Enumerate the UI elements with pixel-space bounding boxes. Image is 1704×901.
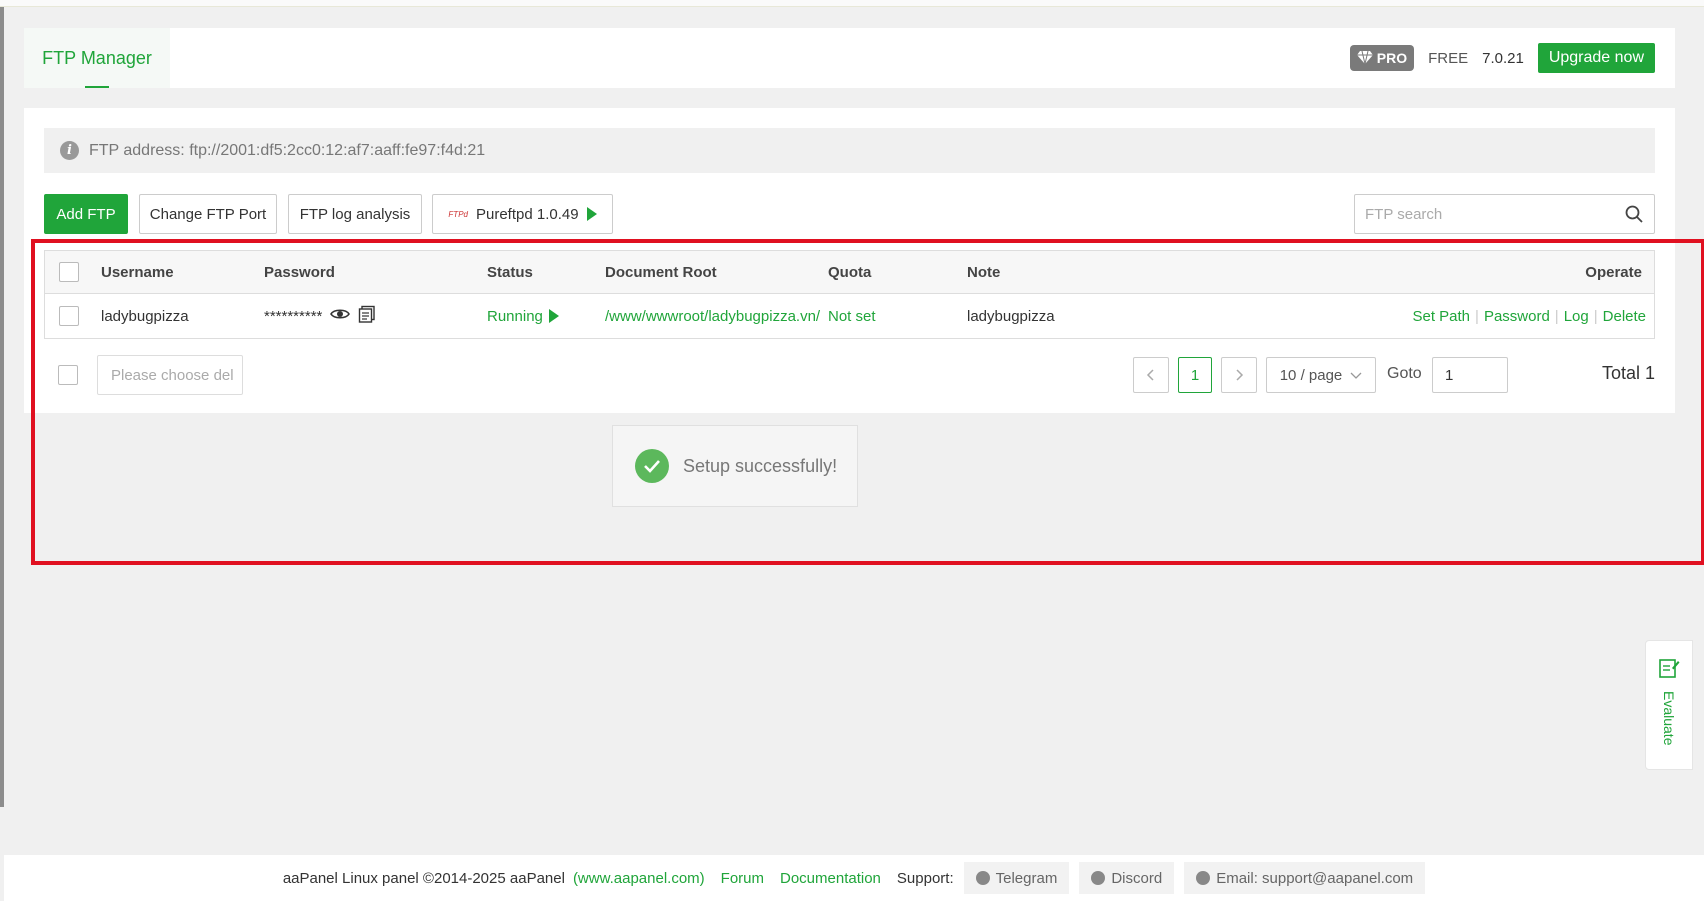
ftp-log-analysis-button[interactable]: FTP log analysis: [288, 194, 422, 234]
pureftpd-label: Pureftpd 1.0.49: [475, 205, 579, 223]
log-link[interactable]: Log: [1564, 308, 1589, 325]
free-label: FREE: [1428, 49, 1469, 67]
page-size-select[interactable]: 10 / page: [1266, 357, 1376, 393]
ftp-main-panel: i FTP address: ftp://2001:df5:2cc0:12:af…: [24, 108, 1675, 413]
version-area: PRO FREE 7.0.21 Upgrade now: [1349, 28, 1675, 88]
total-count: Total 1: [1601, 363, 1655, 383]
ftp-address-text: FTP address: ftp://2001:df5:2cc0:12:af7:…: [89, 141, 486, 159]
play-icon: [586, 207, 597, 221]
left-rail: [0, 7, 4, 807]
pro-badge[interactable]: PRO: [1349, 45, 1415, 71]
pureftpd-logo: FTPd: [448, 209, 468, 219]
password-link[interactable]: Password: [1484, 308, 1550, 325]
row-password: **********: [264, 294, 376, 338]
select-all-checkbox[interactable]: [59, 262, 79, 282]
ftp-address-alert: i FTP address: ftp://2001:df5:2cc0:12:af…: [44, 128, 1655, 173]
footer-copyright: aaPanel Linux panel ©2014-2025 aaPanel: [282, 869, 565, 887]
ftp-search-box: [1354, 194, 1655, 234]
toast-message: Setup successfully!: [683, 455, 838, 476]
table-row: ladybugpizza ********** Running /www/www…: [45, 294, 1654, 338]
tab-ftp-manager[interactable]: FTP Manager: [24, 28, 170, 88]
password-mask: **********: [264, 307, 323, 325]
discord-link[interactable]: Discord: [1079, 862, 1175, 894]
row-checkbox[interactable]: [59, 306, 79, 326]
bulk-select-checkbox[interactable]: [58, 365, 78, 385]
telegram-label: Telegram: [995, 869, 1058, 887]
col-quota: Quota: [828, 263, 872, 281]
pureftpd-service-button[interactable]: FTPd Pureftpd 1.0.49: [432, 194, 613, 234]
col-username[interactable]: Username: [101, 251, 174, 293]
select-all-cell: [59, 251, 79, 293]
row-username: ladybugpizza: [101, 307, 189, 325]
diamond-icon: [1356, 50, 1373, 67]
email-icon: [1196, 871, 1211, 885]
col-password: Password: [264, 263, 335, 281]
row-note[interactable]: ladybugpizza: [967, 294, 1055, 338]
eye-icon[interactable]: [330, 307, 351, 325]
delete-link[interactable]: Delete: [1603, 308, 1646, 325]
footer-forum-link[interactable]: Forum: [721, 870, 764, 887]
tab-label: FTP Manager: [42, 47, 152, 68]
success-check-icon: [635, 449, 669, 483]
evaluate-label: Evaluate: [1661, 691, 1677, 746]
top-border: [0, 0, 1704, 7]
col-document-root: Document Root: [605, 263, 717, 281]
page-size-value: 10 / page: [1279, 366, 1343, 384]
status-text: Running: [487, 307, 543, 325]
page-button-1[interactable]: 1: [1178, 357, 1212, 393]
search-icon[interactable]: [1614, 195, 1654, 233]
add-ftp-button[interactable]: Add FTP: [44, 194, 128, 234]
upgrade-now-button[interactable]: Upgrade now: [1537, 43, 1655, 73]
chevron-down-icon: [1350, 367, 1362, 384]
col-note: Note: [967, 263, 1001, 281]
goto-label: Goto: [1387, 365, 1422, 382]
row-operate: Set Path | Password | Log | Delete: [1412, 307, 1646, 325]
discord-label: Discord: [1111, 869, 1163, 887]
table-header: Username Password Status Document Root Q…: [45, 251, 1654, 294]
footer-support-label: Support:: [896, 869, 954, 887]
row-status[interactable]: Running: [487, 294, 559, 338]
change-ftp-port-button[interactable]: Change FTP Port: [139, 194, 277, 234]
email-label: Email: support@aapanel.com: [1216, 869, 1414, 887]
header-bar: FTP Manager PRO FREE 7.0.21 Upgrade now: [24, 28, 1675, 88]
set-path-link[interactable]: Set Path: [1412, 308, 1470, 325]
row-select-cell: [59, 294, 79, 338]
copy-icon[interactable]: [358, 305, 376, 327]
next-page-icon[interactable]: [1221, 357, 1257, 393]
email-link[interactable]: Email: support@aapanel.com: [1184, 862, 1426, 894]
discord-icon: [1091, 871, 1106, 885]
footer-docs-link[interactable]: Documentation: [780, 870, 881, 887]
running-play-icon: [548, 309, 559, 323]
col-status: Status: [487, 263, 533, 281]
version-number: 7.0.21: [1482, 49, 1524, 67]
goto-page-input[interactable]: 1: [1432, 357, 1508, 393]
success-toast: Setup successfully!: [612, 425, 858, 507]
footer: aaPanel Linux panel ©2014-2025 aaPanel (…: [4, 855, 1704, 901]
info-icon: i: [60, 141, 79, 160]
pro-label: PRO: [1376, 50, 1408, 66]
batch-operation-select[interactable]: Please choose del: [97, 355, 243, 395]
table-footer: Please choose del 1 10 / page Goto 1 Tot…: [44, 355, 1655, 395]
prev-page-icon[interactable]: [1133, 357, 1169, 393]
row-document-root-link[interactable]: /www/wwwroot/ladybugpizza.vn/: [605, 294, 820, 338]
evaluate-widget[interactable]: Evaluate: [1645, 640, 1693, 770]
telegram-icon: [975, 871, 990, 885]
row-quota-link[interactable]: Not set: [828, 294, 876, 338]
ftp-search-input[interactable]: [1365, 205, 1614, 223]
edit-note-icon: [1658, 657, 1680, 683]
ftp-table: Username Password Status Document Root Q…: [44, 250, 1655, 339]
footer-site-link[interactable]: (www.aapanel.com): [573, 870, 705, 887]
telegram-link[interactable]: Telegram: [963, 862, 1070, 894]
col-operate: Operate: [1585, 263, 1642, 281]
